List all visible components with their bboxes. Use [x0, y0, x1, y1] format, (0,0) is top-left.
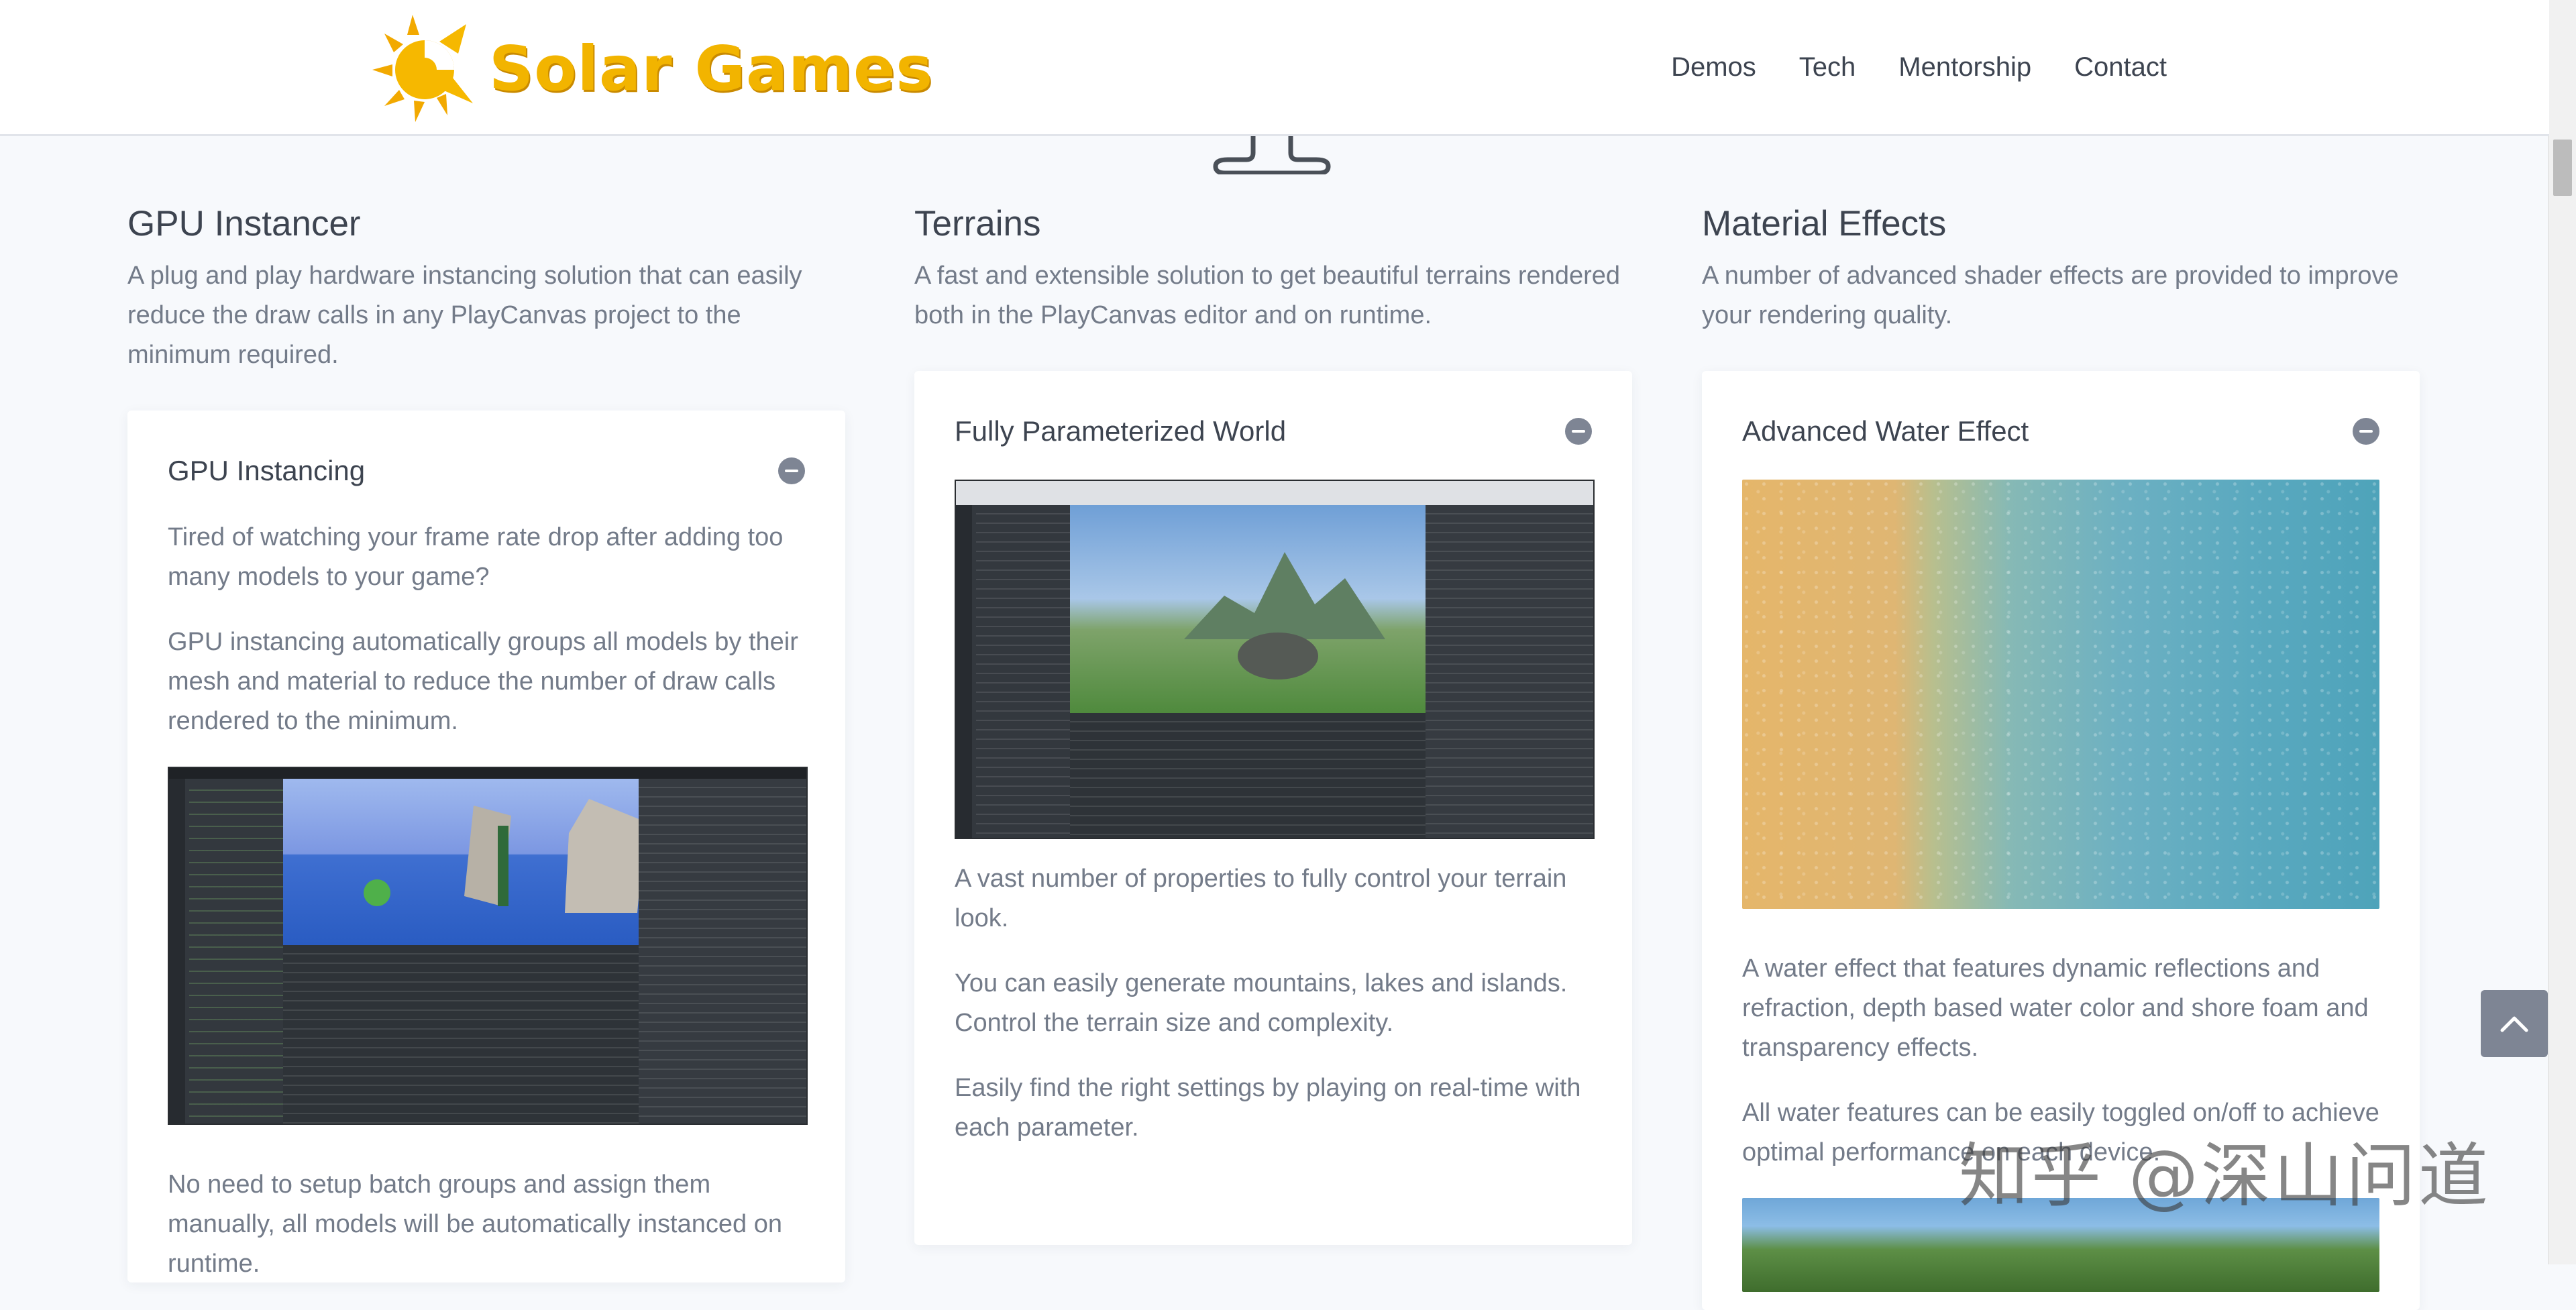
card-title: GPU Instancing	[168, 455, 366, 486]
card-paragraph: Easily find the right settings by playin…	[955, 1074, 1581, 1142]
section-gpu-instancer: GPU Instancer A plug and play hardware i…	[127, 201, 845, 375]
card-header[interactable]: GPU Instancing	[168, 451, 805, 491]
scrollbar-thumb[interactable]	[2553, 140, 2572, 196]
section-terrains: Terrains A fast and extensible solution …	[914, 201, 1632, 335]
section-material-effects: Material Effects A number of advanced sh…	[1702, 201, 2420, 335]
water-effect-image	[1742, 480, 2379, 909]
section-title: Terrains	[914, 204, 1041, 243]
terrain-editor-screenshot	[955, 480, 1595, 839]
card-fully-parameterized-world: Fully Parameterized World A vast number …	[914, 371, 1632, 1245]
sun-logo-icon	[372, 15, 473, 122]
card-paragraph: No need to setup batch groups and assign…	[168, 1170, 782, 1278]
card-paragraph: You can easily generate mountains, lakes…	[955, 969, 1568, 1037]
chevron-up-icon	[2500, 1016, 2528, 1032]
brand-name: Solar Games	[489, 32, 934, 105]
card-body: A vast number of properties to fully con…	[955, 480, 1595, 1173]
monitor-stand-icon	[1213, 133, 1331, 174]
card-title: Advanced Water Effect	[1742, 415, 2029, 447]
card-body: Tired of watching your frame rate drop a…	[168, 518, 808, 1309]
collapse-icon[interactable]	[2353, 418, 2379, 445]
card-header[interactable]: Fully Parameterized World	[955, 411, 1592, 451]
card-paragraph: GPU instancing automatically groups all …	[168, 628, 798, 735]
page-scrollbar[interactable]	[2548, 0, 2576, 1264]
nav-tech[interactable]: Tech	[1799, 52, 1856, 83]
card-paragraph: A water effect that features dynamic ref…	[1742, 954, 2369, 1062]
main-nav: Demos Tech Mentorship Contact	[1671, 0, 2167, 134]
watermark: 知乎 @深山问道	[1959, 1135, 2491, 1217]
section-description: A number of advanced shader effects are …	[1702, 262, 2399, 329]
collapse-icon[interactable]	[1565, 418, 1592, 445]
logo[interactable]: Solar Games	[372, 15, 933, 122]
nav-mentorship[interactable]: Mentorship	[1898, 52, 2031, 83]
section-description: A fast and extensible solution to get be…	[914, 262, 1621, 329]
card-gpu-instancing: GPU Instancing Tired of watching your fr…	[127, 411, 845, 1282]
section-description: A plug and play hardware instancing solu…	[127, 262, 802, 369]
card-paragraph: A vast number of properties to fully con…	[955, 865, 1567, 932]
back-to-top-button[interactable]	[2481, 990, 2548, 1057]
collapse-icon[interactable]	[778, 457, 805, 484]
nav-contact[interactable]: Contact	[2074, 52, 2167, 83]
nav-demos[interactable]: Demos	[1671, 52, 1756, 83]
site-header: Solar Games Demos Tech Mentorship Contac…	[0, 0, 2549, 136]
section-title: GPU Instancer	[127, 204, 361, 243]
card-paragraph: Tired of watching your frame rate drop a…	[168, 523, 784, 591]
section-title: Material Effects	[1702, 204, 1947, 243]
card-header[interactable]: Advanced Water Effect	[1742, 411, 2379, 451]
gpu-instancing-editor-screenshot	[168, 767, 808, 1125]
card-title: Fully Parameterized World	[955, 415, 1287, 447]
